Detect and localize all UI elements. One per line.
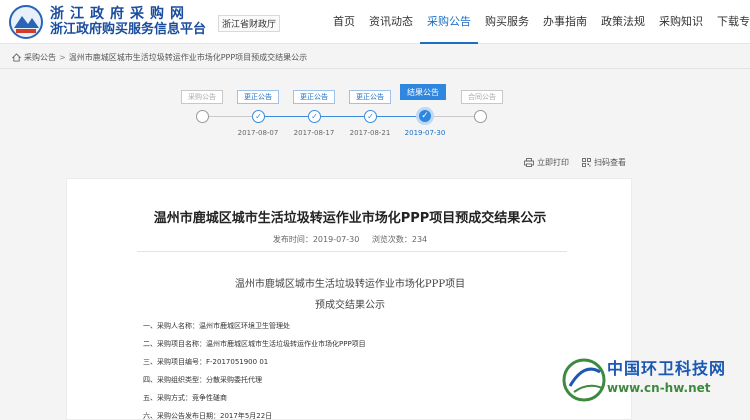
timeline-step-label[interactable]: 更正公告: [237, 90, 279, 104]
nav-item-home[interactable]: 首页: [326, 0, 362, 44]
timeline-connector: [208, 116, 258, 117]
timeline-step-date: 2017-08-17: [293, 129, 335, 137]
check-icon: ✓: [252, 110, 265, 123]
document-subheading: 预成交结果公示: [315, 300, 385, 311]
article-divider: [137, 251, 567, 252]
timeline-step-label[interactable]: 更正公告: [349, 90, 391, 104]
timeline-step-date: 2017-08-21: [349, 129, 391, 137]
site-title-line1: 浙江政府采购网: [50, 6, 190, 22]
nav-item-purchase-services[interactable]: 购买服务: [478, 0, 536, 44]
timeline-connector: [320, 116, 365, 117]
printer-icon: [524, 158, 534, 167]
publish-date: 发布时间：2019-07-30: [273, 235, 360, 244]
scan-qr-button[interactable]: 扫码查看: [582, 157, 626, 168]
timeline-step-label[interactable]: 合同公告: [461, 90, 503, 104]
check-icon: ✓: [308, 110, 321, 123]
view-count-value: 234: [411, 235, 428, 244]
department-badge[interactable]: 浙江省财政厅: [218, 15, 281, 32]
site-title[interactable]: 浙江政府采购网 浙江政府购买服务信息平台: [50, 6, 206, 38]
timeline-step-label[interactable]: 更正公告: [293, 90, 335, 104]
site-header: 浙江政府采购网 浙江政府购买服务信息平台 浙江省财政厅 首页 资讯动态 采购公告…: [0, 0, 750, 44]
document-heading: 温州市鹿城区城市生活垃圾转运作业市场化PPP项目: [234, 279, 466, 290]
timeline-step-date: 2019-07-30: [404, 129, 446, 137]
breadcrumb-item-notices[interactable]: 采购公告: [24, 52, 56, 63]
timeline-connector: [432, 116, 474, 117]
print-label: 立即打印: [537, 158, 569, 167]
breadcrumb-item-current: 温州市鹿城区城市生活垃圾转运作业市场化PPP项目预成交结果公示: [68, 53, 308, 62]
check-icon: ✓: [416, 107, 434, 125]
scan-label: 扫码查看: [594, 158, 626, 167]
document-line: 二、采购项目名称：温州市鹿城区城市生活垃圾转运作业市场化PPP项目: [143, 340, 366, 348]
watermark-url: www.cn-hw.net: [607, 381, 711, 395]
publish-date-label: 发布时间：: [272, 235, 313, 244]
home-icon: [12, 53, 21, 62]
timeline-step-label-current[interactable]: 结果公告: [400, 84, 446, 100]
publish-date-value: 2019-07-30: [312, 235, 360, 244]
document-line: 一、采购人名称：温州市鹿城区环境卫生管理处: [143, 322, 290, 330]
timeline-step-date: 2017-08-07: [237, 129, 279, 137]
header-divider: [0, 68, 750, 69]
site-logo-icon[interactable]: [6, 4, 46, 40]
document-line: 五、采购方式：竞争性磋商: [143, 394, 227, 402]
print-button[interactable]: 立即打印: [524, 157, 569, 168]
main-nav: 首页 资讯动态 采购公告 购买服务 办事指南 政策法规 采购知识 下载专区: [326, 0, 750, 44]
nav-item-downloads[interactable]: 下载专区: [710, 0, 750, 44]
article-title: 温州市鹿城区城市生活垃圾转运作业市场化PPP项目预成交结果公示: [153, 211, 547, 226]
document-line: 六、采购公告发布日期：2017年5月22日: [143, 412, 273, 420]
nav-item-policy[interactable]: 政策法规: [594, 0, 652, 44]
timeline-node: [196, 110, 209, 123]
view-count-label: 浏览次数：: [371, 235, 412, 244]
document-line: 三、采购项目编号：F-2017051900 01: [143, 358, 269, 366]
qr-code-icon: [582, 158, 591, 167]
notice-article: 温州市鹿城区城市生活垃圾转运作业市场化PPP项目预成交结果公示 发布时间：201…: [66, 178, 632, 420]
nav-item-knowledge[interactable]: 采购知识: [652, 0, 710, 44]
nav-item-procurement-notices[interactable]: 采购公告: [420, 0, 478, 44]
watermark-name: 中国环卫科技网: [607, 359, 727, 378]
timeline-node: [474, 110, 487, 123]
document-line: 四、采购组织类型：分散采购委托代理: [143, 376, 262, 384]
timeline-connector: [376, 116, 416, 117]
breadcrumb-separator: >: [59, 53, 66, 62]
nav-item-guide[interactable]: 办事指南: [536, 0, 594, 44]
article-meta: 发布时间：2019-07-30 浏览次数：234: [67, 234, 633, 245]
nav-item-news[interactable]: 资讯动态: [362, 0, 420, 44]
site-title-line2: 浙江政府购买服务信息平台: [50, 22, 207, 37]
timeline-step-label[interactable]: 采购公告: [181, 90, 223, 104]
view-count: 浏览次数：234: [372, 235, 427, 244]
check-icon: ✓: [364, 110, 377, 123]
breadcrumb: 采购公告 > 温州市鹿城区城市生活垃圾转运作业市场化PPP项目预成交结果公示: [12, 52, 307, 63]
timeline-connector: [264, 116, 309, 117]
